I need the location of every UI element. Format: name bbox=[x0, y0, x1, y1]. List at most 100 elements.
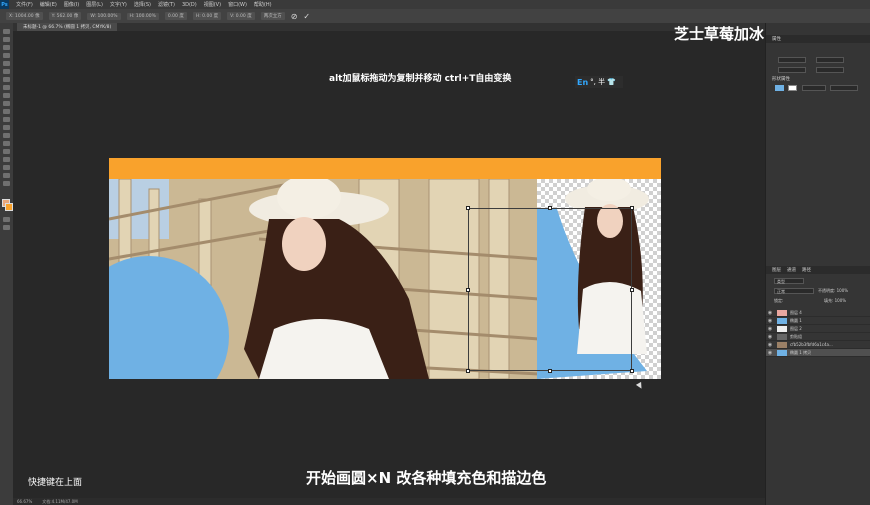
document-tab[interactable]: 未标题-1 @ 66.7% (椭圆 1 拷贝, CMYK/8) bbox=[17, 23, 118, 31]
shape-properties-title: 形状属性 bbox=[772, 77, 790, 82]
visibility-eye-icon[interactable]: ◉ bbox=[766, 334, 774, 340]
menu-edit[interactable]: 编辑(E) bbox=[40, 1, 57, 8]
visibility-eye-icon[interactable]: ◉ bbox=[766, 342, 774, 348]
stroke-color-swatch[interactable] bbox=[788, 85, 797, 91]
layer-thumbnail bbox=[777, 309, 787, 316]
layer-row[interactable]: ◉ 图层 2 bbox=[766, 325, 870, 333]
screen-mode-icon[interactable] bbox=[3, 225, 10, 230]
opacity-control[interactable]: 不透明度: 100% bbox=[818, 288, 848, 294]
ime-english-indicator: En bbox=[577, 77, 589, 87]
width-percent-field[interactable]: W: 100.00% bbox=[87, 12, 121, 20]
layer-name: cfb52b3fbfd6a1c4a... bbox=[790, 342, 833, 347]
fill-color-swatch[interactable] bbox=[775, 85, 784, 91]
document-tab-bar: 未标题-1 @ 66.7% (椭圆 1 拷贝, CMYK/8) bbox=[13, 23, 765, 31]
hand-tool-icon[interactable] bbox=[3, 173, 10, 178]
visibility-eye-icon[interactable]: ◉ bbox=[766, 350, 774, 356]
height-percent-field[interactable]: H: 100.00% bbox=[126, 12, 159, 20]
ellipse-tool-icon[interactable] bbox=[3, 165, 10, 170]
layer-row-selected[interactable]: ◉ 椭圆 1 拷贝 bbox=[766, 349, 870, 357]
layer-row[interactable]: ◉ 剪贴组 bbox=[766, 333, 870, 341]
transform-handle-bottom-left[interactable] bbox=[466, 369, 470, 373]
visibility-eye-icon[interactable]: ◉ bbox=[766, 310, 774, 316]
layer-filter-kind-select[interactable]: 类型 bbox=[774, 278, 804, 284]
transform-handle-right[interactable] bbox=[630, 288, 634, 292]
clone-stamp-tool-icon[interactable] bbox=[3, 93, 10, 98]
tab-paths[interactable]: 路径 bbox=[802, 267, 811, 273]
fill-control[interactable]: 填充: 100% bbox=[824, 298, 846, 304]
rotation-angle-field[interactable]: 0.00 度 bbox=[164, 12, 187, 20]
menu-select[interactable]: 选择(S) bbox=[134, 1, 151, 8]
lasso-tool-icon[interactable] bbox=[3, 45, 10, 50]
document-size: 文档:4.11M/47.0M bbox=[42, 498, 78, 504]
type-tool-icon[interactable] bbox=[3, 149, 10, 154]
transform-handle-bottom[interactable] bbox=[548, 369, 552, 373]
menu-help[interactable]: 帮助(H) bbox=[254, 1, 272, 8]
ime-status-bar: En °, 半 👕 bbox=[575, 76, 623, 88]
zoom-tool-icon[interactable] bbox=[3, 181, 10, 186]
horizontal-skew-field[interactable]: H: 0.00 度 bbox=[192, 12, 222, 20]
shortcut-note: 快捷键在上面 bbox=[28, 478, 83, 488]
transform-handle-bottom-right[interactable] bbox=[630, 369, 634, 373]
stroke-width-field[interactable] bbox=[802, 85, 826, 91]
quick-mask-icon[interactable] bbox=[3, 217, 10, 222]
tab-channels[interactable]: 通道 bbox=[787, 267, 796, 273]
menu-image[interactable]: 图像(I) bbox=[64, 1, 79, 8]
transform-handle-top-left[interactable] bbox=[466, 206, 470, 210]
visibility-eye-icon[interactable]: ◉ bbox=[766, 318, 774, 324]
history-brush-tool-icon[interactable] bbox=[3, 101, 10, 106]
properties-title: 属性 bbox=[772, 37, 781, 42]
interpolation-select[interactable]: 两次立方 bbox=[260, 12, 285, 20]
brush-tool-icon[interactable] bbox=[3, 85, 10, 90]
free-transform-box[interactable] bbox=[466, 206, 634, 373]
x-position-field[interactable]: X: 1004.00 像 bbox=[6, 12, 43, 20]
shape-x-field[interactable] bbox=[778, 67, 806, 73]
tutorial-hint-text: alt加鼠标拖动为复制并移动 ctrl+T自由变换 bbox=[329, 74, 512, 84]
photoshop-logo-icon: Ps bbox=[0, 0, 9, 9]
vertical-skew-field[interactable]: V: 0.00 度 bbox=[227, 12, 255, 20]
shape-height-field[interactable] bbox=[816, 57, 844, 63]
y-position-field[interactable]: Y: 562.00 像 bbox=[48, 12, 82, 20]
layer-row[interactable]: ◉ 图层 4 bbox=[766, 309, 870, 317]
cancel-transform-icon[interactable]: ⊘ bbox=[291, 12, 298, 21]
quick-select-tool-icon[interactable] bbox=[3, 53, 10, 58]
menu-layer[interactable]: 图层(L) bbox=[86, 1, 103, 8]
blend-mode-select[interactable]: 正常 bbox=[774, 288, 814, 294]
layer-thumbnail bbox=[777, 325, 787, 332]
shape-y-field[interactable] bbox=[816, 67, 844, 73]
visibility-eye-icon[interactable]: ◉ bbox=[766, 326, 774, 332]
menu-view[interactable]: 视图(V) bbox=[204, 1, 221, 8]
blur-tool-icon[interactable] bbox=[3, 125, 10, 130]
menu-type[interactable]: 文字(Y) bbox=[110, 1, 127, 8]
layer-thumbnail bbox=[777, 317, 787, 324]
menu-filter[interactable]: 滤镜(T) bbox=[158, 1, 175, 8]
eraser-tool-icon[interactable] bbox=[3, 109, 10, 114]
eyedropper-tool-icon[interactable] bbox=[3, 69, 10, 74]
gradient-tool-icon[interactable] bbox=[3, 117, 10, 122]
tab-layers[interactable]: 图层 bbox=[772, 267, 781, 273]
healing-brush-tool-icon[interactable] bbox=[3, 77, 10, 82]
shape-width-field[interactable] bbox=[778, 57, 806, 63]
stroke-style-select[interactable] bbox=[830, 85, 858, 91]
pen-tool-icon[interactable] bbox=[3, 141, 10, 146]
video-subtitle: 开始画圆×N 改各种填充色和描边色 bbox=[306, 469, 547, 487]
transform-handle-top[interactable] bbox=[548, 206, 552, 210]
right-panels: 属性 形状属性 图层 通道 路径 类型 正常 不透明度: 100% 锁定: 填充… bbox=[765, 23, 870, 505]
layer-row[interactable]: ◉ 椭圆 1 bbox=[766, 317, 870, 325]
marquee-tool-icon[interactable] bbox=[3, 37, 10, 42]
lock-label: 锁定: bbox=[774, 298, 784, 303]
layer-name: 椭圆 1 bbox=[790, 317, 802, 323]
transform-handle-top-right[interactable] bbox=[630, 206, 634, 210]
crop-tool-icon[interactable] bbox=[3, 61, 10, 66]
layers-panel-tabs: 图层 通道 路径 bbox=[766, 266, 870, 274]
commit-transform-icon[interactable]: ✓ bbox=[303, 12, 310, 21]
zoom-level[interactable]: 66.67% bbox=[17, 499, 32, 504]
path-select-tool-icon[interactable] bbox=[3, 157, 10, 162]
transform-handle-left[interactable] bbox=[466, 288, 470, 292]
menu-file[interactable]: 文件(F) bbox=[16, 1, 33, 8]
background-color-swatch[interactable] bbox=[5, 203, 13, 211]
dodge-tool-icon[interactable] bbox=[3, 133, 10, 138]
move-tool-icon[interactable] bbox=[3, 29, 10, 34]
layer-row[interactable]: ◉ cfb52b3fbfd6a1c4a... bbox=[766, 341, 870, 349]
menu-3d[interactable]: 3D(D) bbox=[182, 2, 197, 8]
menu-window[interactable]: 窗口(W) bbox=[228, 1, 247, 8]
